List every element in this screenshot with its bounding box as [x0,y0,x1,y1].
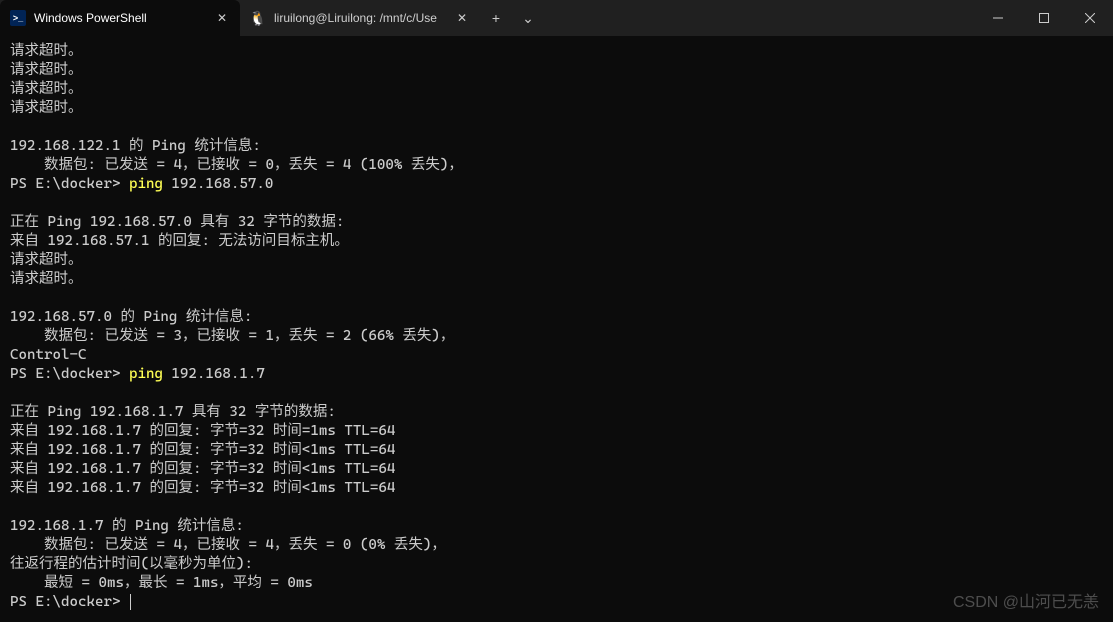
terminal-line: 请求超时。 [10,61,1103,80]
terminal-line: PS E:\docker> ping 192.168.1.7 [10,365,1103,384]
minimize-button[interactable] [975,0,1021,36]
powershell-icon: >_ [10,10,26,26]
terminal-line: 来自 192.168.1.7 的回复: 字节=32 时间<1ms TTL=64 [10,460,1103,479]
close-button[interactable] [1067,0,1113,36]
terminal-line: 请求超时。 [10,80,1103,99]
tab-label: liruilong@Liruilong: /mnt/c/Use [274,11,446,25]
terminal-line: 最短 = 0ms，最长 = 1ms，平均 = 0ms [10,574,1103,593]
terminal-line: Control-C [10,346,1103,365]
maximize-button[interactable] [1021,0,1067,36]
terminal-line: 正在 Ping 192.168.57.0 具有 32 字节的数据: [10,213,1103,232]
terminal-line: 请求超时。 [10,270,1103,289]
tab-dropdown-button[interactable]: ⌄ [512,0,544,36]
terminal-line [10,384,1103,403]
maximize-icon [1039,13,1049,23]
terminal-line: 数据包: 已发送 = 4，已接收 = 0，丢失 = 4 (100% 丢失)， [10,156,1103,175]
terminal-line: 请求超时。 [10,99,1103,118]
window-controls [975,0,1113,36]
cursor [130,594,131,610]
terminal-line [10,118,1103,137]
tab-close-button[interactable]: ✕ [214,10,230,26]
terminal-line: 192.168.1.7 的 Ping 统计信息: [10,517,1103,536]
minimize-icon [993,13,1003,23]
terminal-line: 来自 192.168.57.1 的回复: 无法访问目标主机。 [10,232,1103,251]
terminal-line: PS E:\docker> ping 192.168.57.0 [10,175,1103,194]
tab-label: Windows PowerShell [34,11,206,25]
window-titlebar: >_ Windows PowerShell ✕ 🐧 liruilong@Liru… [0,0,1113,36]
tux-icon: 🐧 [250,10,266,26]
tab-powershell[interactable]: >_ Windows PowerShell ✕ [0,0,240,36]
terminal-line [10,194,1103,213]
close-icon [1085,13,1095,23]
terminal-line: PS E:\docker> [10,593,1103,612]
terminal-line: 请求超时。 [10,42,1103,61]
terminal-line: 请求超时。 [10,251,1103,270]
terminal-line [10,289,1103,308]
tab-wsl[interactable]: 🐧 liruilong@Liruilong: /mnt/c/Use ✕ [240,0,480,36]
terminal-line: 192.168.122.1 的 Ping 统计信息: [10,137,1103,156]
terminal-line: 来自 192.168.1.7 的回复: 字节=32 时间<1ms TTL=64 [10,479,1103,498]
terminal-line: 正在 Ping 192.168.1.7 具有 32 字节的数据: [10,403,1103,422]
terminal-output[interactable]: 请求超时。请求超时。请求超时。请求超时。 192.168.122.1 的 Pin… [0,36,1113,618]
terminal-line [10,498,1103,517]
terminal-line: 来自 192.168.1.7 的回复: 字节=32 时间<1ms TTL=64 [10,441,1103,460]
terminal-line: 来自 192.168.1.7 的回复: 字节=32 时间=1ms TTL=64 [10,422,1103,441]
terminal-line: 数据包: 已发送 = 4，已接收 = 4，丢失 = 0 (0% 丢失)， [10,536,1103,555]
terminal-line: 往返行程的估计时间(以毫秒为单位): [10,555,1103,574]
terminal-line: 192.168.57.0 的 Ping 统计信息: [10,308,1103,327]
tab-close-button[interactable]: ✕ [454,10,470,26]
new-tab-button[interactable]: + [480,0,512,36]
terminal-line: 数据包: 已发送 = 3，已接收 = 1，丢失 = 2 (66% 丢失)， [10,327,1103,346]
tabs-area: >_ Windows PowerShell ✕ 🐧 liruilong@Liru… [0,0,975,36]
